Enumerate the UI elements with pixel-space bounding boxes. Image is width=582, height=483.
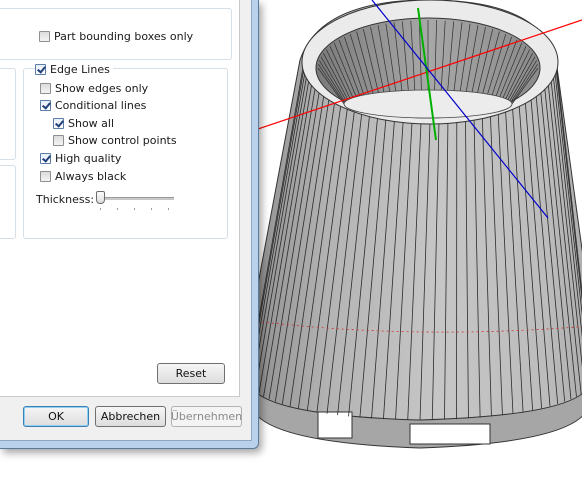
thickness-slider-track — [98, 197, 174, 200]
show-control-points-row[interactable]: Show control points — [53, 132, 177, 148]
show-all-checkbox[interactable] — [53, 118, 64, 129]
always-black-label: Always black — [55, 170, 126, 183]
show-all-row[interactable]: Show all — [53, 115, 114, 131]
conditional-lines-row[interactable]: Conditional lines — [40, 97, 146, 113]
reset-button[interactable]: Reset — [157, 363, 225, 384]
always-black-checkbox[interactable] — [40, 171, 51, 182]
show-control-points-label: Show control points — [68, 134, 177, 147]
cancel-button-label: Abbrechen — [101, 410, 160, 423]
show-all-label: Show all — [68, 117, 114, 130]
ok-button-label: OK — [48, 410, 64, 423]
left-group-top — [0, 68, 16, 160]
edge-lines-row[interactable]: Edge Lines — [35, 61, 113, 77]
ok-button[interactable]: OK — [23, 406, 89, 427]
cone-notch-right — [410, 424, 490, 444]
show-edges-only-label: Show edges only — [55, 82, 148, 95]
edge-lines-label: Edge Lines — [50, 63, 110, 76]
thickness-row: Thickness: — [36, 191, 94, 207]
always-black-row[interactable]: Always black — [40, 168, 126, 184]
cone-notch-left — [318, 412, 352, 438]
dialog-body: Part bounding boxes only Edge Lines Show… — [0, 0, 252, 441]
thickness-slider-handle[interactable] — [96, 191, 105, 204]
bounding-box-group: Part bounding boxes only — [0, 8, 232, 60]
thickness-slider-ticks — [100, 208, 172, 210]
part-bounding-boxes-only-row[interactable]: Part bounding boxes only — [39, 28, 193, 44]
cone-inner-floor — [344, 90, 512, 118]
part-bounding-boxes-only-label: Part bounding boxes only — [54, 30, 193, 43]
high-quality-label: High quality — [55, 152, 121, 165]
reset-button-label: Reset — [176, 367, 207, 380]
cancel-button[interactable]: Abbrechen — [95, 406, 166, 427]
conditional-lines-checkbox[interactable] — [40, 100, 51, 111]
show-edges-only-checkbox[interactable] — [40, 83, 51, 94]
show-control-points-checkbox[interactable] — [53, 135, 64, 146]
left-group-bottom — [0, 165, 16, 239]
apply-button[interactable]: Übernehmen — [171, 406, 242, 427]
conditional-lines-label: Conditional lines — [55, 99, 146, 112]
high-quality-row[interactable]: High quality — [40, 150, 121, 166]
thickness-label: Thickness: — [36, 193, 94, 206]
edge-lines-checkbox[interactable] — [35, 64, 46, 75]
part-bounding-boxes-only-checkbox[interactable] — [39, 31, 50, 42]
thickness-slider[interactable] — [96, 191, 176, 211]
dialog-content-panel: Part bounding boxes only Edge Lines Show… — [0, 0, 240, 397]
high-quality-checkbox[interactable] — [40, 153, 51, 164]
preferences-dialog: Part bounding boxes only Edge Lines Show… — [0, 0, 259, 449]
show-edges-only-row[interactable]: Show edges only — [40, 80, 148, 96]
apply-button-label: Übernehmen — [171, 410, 242, 423]
